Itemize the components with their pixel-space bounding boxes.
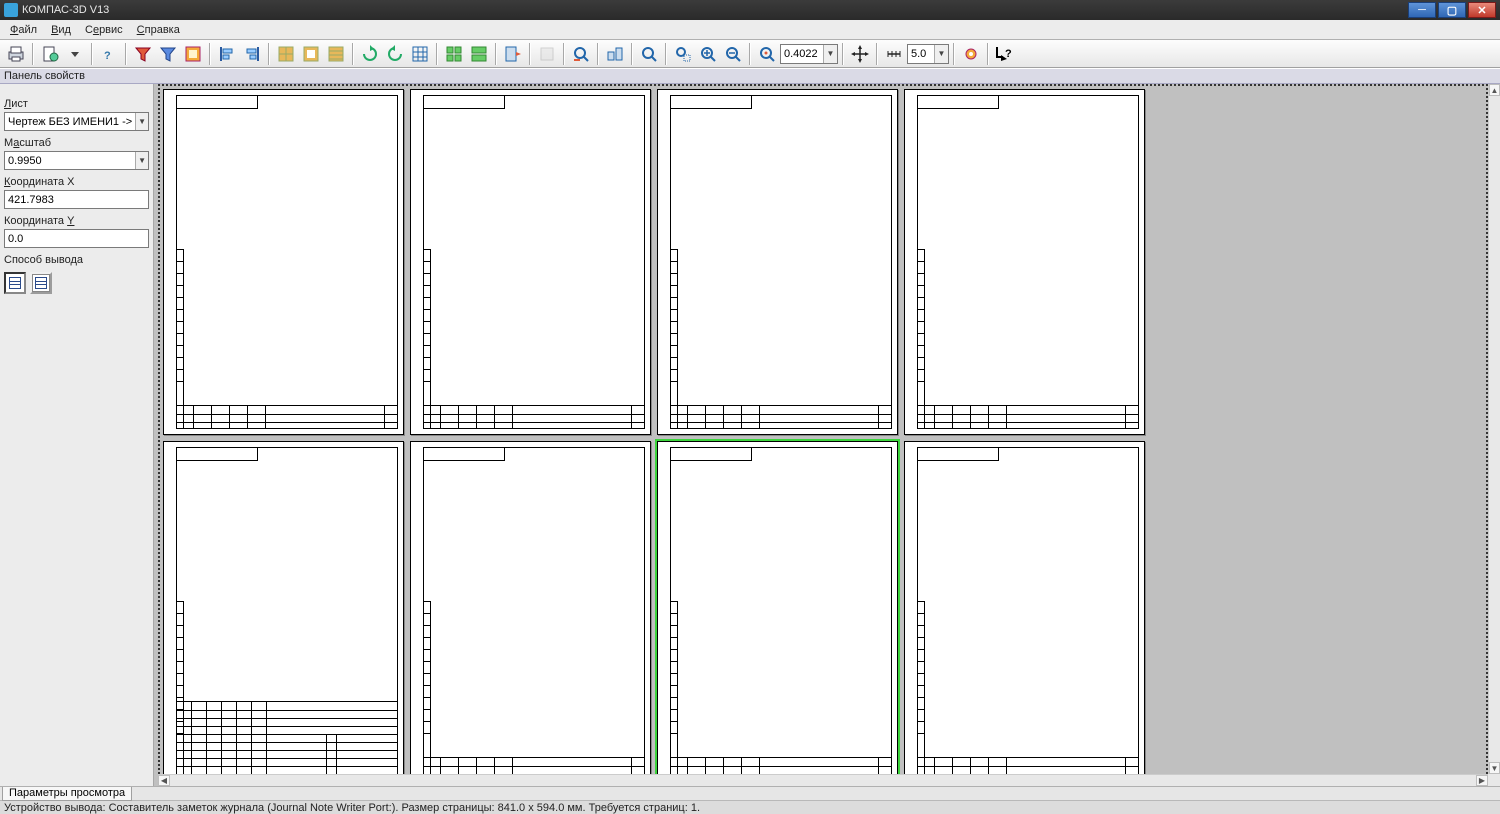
page-setup-icon[interactable] [38, 42, 62, 66]
panel-header: Панель свойств [0, 68, 1500, 84]
close-button[interactable]: ✕ [1468, 2, 1496, 18]
scroll-right-icon[interactable]: ▶ [1476, 775, 1488, 786]
app-title: КОМПАС-3D V13 [22, 4, 109, 16]
scrollbar-corner [1488, 774, 1500, 786]
sheet-combo[interactable]: ▼ [4, 112, 149, 131]
move-out-icon[interactable] [501, 42, 525, 66]
zoom-dropdown-icon[interactable]: ▼ [823, 45, 837, 63]
filter-blue-icon[interactable] [156, 42, 180, 66]
tab-preview-params[interactable]: Параметры просмотра [2, 787, 132, 801]
page-dropdown-icon[interactable] [63, 42, 87, 66]
window-buttons: ─ ▢ ✕ [1408, 2, 1496, 18]
zoom-window-icon[interactable] [671, 42, 695, 66]
step-input[interactable] [908, 46, 934, 62]
align-left-icon[interactable] [215, 42, 239, 66]
svg-text:?: ? [1005, 48, 1012, 60]
grid-icon[interactable] [408, 42, 432, 66]
scale-combo[interactable]: ▼ [4, 151, 149, 170]
output-mode-2[interactable] [30, 272, 52, 294]
context-help-icon[interactable]: ? [993, 42, 1017, 66]
sheet-dropdown-icon[interactable]: ▼ [135, 113, 148, 130]
scroll-left-icon[interactable]: ◀ [158, 775, 170, 786]
status-bar: Устройство вывода: Составитель заметок ж… [0, 800, 1500, 814]
titlebar: КОМПАС-3D V13 ─ ▢ ✕ [0, 0, 1500, 20]
print-preview-viewport[interactable] [158, 84, 1488, 774]
align-right-icon[interactable] [240, 42, 264, 66]
page-thumbnail[interactable] [163, 441, 404, 786]
minimize-button[interactable]: ─ [1408, 2, 1436, 18]
layout2-icon[interactable] [299, 42, 323, 66]
step-combo[interactable]: ▼ [907, 44, 949, 64]
scale-input[interactable] [5, 153, 135, 169]
zoom-reset-icon[interactable] [569, 42, 593, 66]
sheet-label: Лист [4, 98, 149, 110]
zoom-fit-icon[interactable] [637, 42, 661, 66]
settings-gear-icon[interactable] [959, 42, 983, 66]
page-thumbnail-selected[interactable] [657, 441, 898, 786]
scroll-up-icon[interactable]: ▲ [1489, 84, 1500, 96]
coordx-field[interactable] [4, 190, 149, 209]
zoom-target-icon[interactable] [755, 42, 779, 66]
coordy-field[interactable] [4, 229, 149, 248]
tile-green2-icon[interactable] [467, 42, 491, 66]
coordx-input[interactable] [5, 192, 148, 208]
menu-view[interactable]: Вид [45, 22, 77, 38]
output-label: Способ вывода [4, 254, 149, 266]
maximize-button[interactable]: ▢ [1438, 2, 1466, 18]
menu-help[interactable]: Справка [131, 22, 186, 38]
zoom-input[interactable] [781, 46, 823, 62]
pan-icon[interactable] [848, 42, 872, 66]
zoom-out-icon[interactable] [721, 42, 745, 66]
page-thumbnail[interactable] [904, 89, 1145, 435]
step-dropdown-icon[interactable]: ▼ [934, 45, 948, 63]
ruler-icon[interactable] [882, 42, 906, 66]
orange-gear-icon[interactable] [181, 42, 205, 66]
scroll-down-icon[interactable]: ▼ [1489, 762, 1500, 774]
workspace: ▲ ▼ ◀ ▶ [154, 84, 1500, 786]
print-icon[interactable] [4, 42, 28, 66]
sheet-input[interactable] [5, 114, 135, 130]
page-thumbnail[interactable] [657, 89, 898, 435]
coordy-input[interactable] [5, 231, 148, 247]
zoom-in-icon[interactable] [696, 42, 720, 66]
status-text: Устройство вывода: Составитель заметок ж… [4, 802, 700, 814]
svg-text:?: ? [104, 50, 111, 62]
page-thumbnail[interactable] [410, 441, 651, 786]
coordy-label: Координата Y [4, 215, 149, 227]
bottom-tabs: Параметры просмотра [0, 786, 1500, 800]
toolbar: ? ▼ ▼ ? [0, 40, 1500, 68]
horizontal-scrollbar[interactable]: ◀ ▶ [158, 774, 1488, 786]
page-thumbnail[interactable] [410, 89, 651, 435]
scale-label: Масштаб [4, 137, 149, 149]
zoom-combo[interactable]: ▼ [780, 44, 838, 64]
rotate-cw-icon[interactable] [358, 42, 382, 66]
menubar: Файл Вид Сервис Справка [0, 20, 1500, 40]
filter-red-icon[interactable] [131, 42, 155, 66]
vertical-scrollbar[interactable]: ▲ ▼ [1488, 84, 1500, 774]
menu-service[interactable]: Сервис [79, 22, 129, 38]
menu-file[interactable]: Файл [4, 22, 43, 38]
coordx-label: Координата X [4, 176, 149, 188]
output-mode-1[interactable] [4, 272, 26, 294]
help-icon[interactable]: ? [97, 42, 121, 66]
layout1-icon[interactable] [274, 42, 298, 66]
layout3-icon[interactable] [324, 42, 348, 66]
snap-icon[interactable] [603, 42, 627, 66]
app-icon [4, 3, 18, 17]
scale-dropdown-icon[interactable]: ▼ [135, 152, 148, 169]
properties-panel: Лист ▼ Масштаб ▼ Координата X Координата… [0, 84, 154, 786]
page-thumbnail[interactable] [163, 89, 404, 435]
rotate-ccw-icon[interactable] [383, 42, 407, 66]
tile-green1-icon[interactable] [442, 42, 466, 66]
disabled1-icon [535, 42, 559, 66]
page-thumbnail[interactable] [904, 441, 1145, 786]
